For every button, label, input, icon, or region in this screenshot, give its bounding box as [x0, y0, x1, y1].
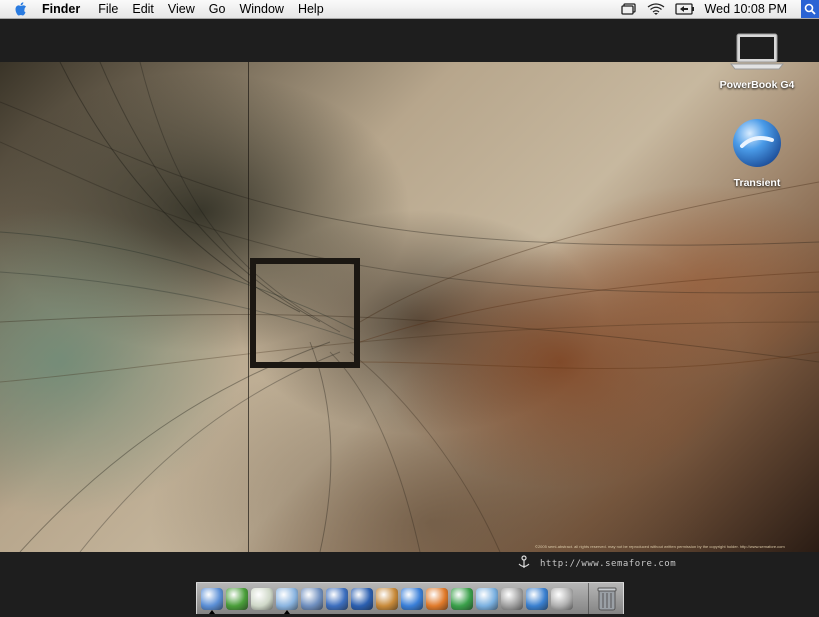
garageband-icon [375, 587, 398, 610]
menu-app-finder[interactable]: Finder [42, 2, 80, 16]
dock-item-safari[interactable] [274, 585, 299, 614]
apple-menu-icon[interactable] [14, 1, 28, 17]
spotlight-icon[interactable] [801, 0, 819, 18]
finder-icon [200, 587, 223, 610]
menu-go[interactable]: Go [209, 2, 226, 16]
wallpaper-url-row: http://www.semafore.com [518, 554, 677, 574]
dock-item-automator[interactable] [499, 585, 524, 612]
menu-bar: Finder File Edit View Go Window Help Wed… [0, 0, 819, 19]
dock-separator [588, 583, 589, 614]
display-mirroring-icon[interactable] [620, 2, 637, 16]
running-indicator [209, 610, 215, 614]
desktop-wallpaper: ©2005 semi-abstract. all rights reserved… [0, 62, 819, 552]
wallpaper-art [0, 62, 819, 552]
dock-item-itunes[interactable] [249, 585, 274, 612]
trash-icon[interactable] [596, 585, 618, 612]
dock-item-word[interactable] [399, 585, 424, 612]
menu-view[interactable]: View [168, 2, 195, 16]
quicktime-icon [525, 587, 548, 610]
ichat-icon [225, 587, 248, 610]
desktop-icon-powerbook[interactable]: PowerBook G4 [712, 32, 802, 91]
dock-item-quicktime[interactable] [524, 585, 549, 612]
running-indicator [284, 610, 290, 614]
dock-item-iphoto[interactable] [299, 585, 324, 612]
dock-item-finder[interactable] [199, 585, 224, 614]
dock-item-excel[interactable] [449, 585, 474, 612]
anchor-icon [518, 554, 530, 574]
wallpaper-square-frame [250, 258, 360, 368]
wifi-icon[interactable] [647, 2, 665, 16]
dock-item-garageband[interactable] [374, 585, 399, 612]
menu-file[interactable]: File [98, 2, 118, 16]
powerpoint-icon [425, 587, 448, 610]
iphoto-icon [300, 587, 323, 610]
word-icon [400, 587, 423, 610]
dock-item-imovie[interactable] [324, 585, 349, 612]
dock-item-powerpoint[interactable] [424, 585, 449, 612]
automator-icon [500, 587, 523, 610]
laptop-icon [712, 32, 802, 77]
battery-icon[interactable] [674, 3, 695, 15]
wallpaper-vertical-line [248, 62, 249, 552]
menu-edit[interactable]: Edit [132, 2, 154, 16]
menu-clock[interactable]: Wed 10:08 PM [705, 2, 787, 16]
dashboard-icon [475, 587, 498, 610]
imovie-icon [325, 587, 348, 610]
menu-window[interactable]: Window [239, 2, 283, 16]
wallpaper-caption: ©2005 semi-abstract. all rights reserved… [535, 544, 785, 549]
excel-icon [450, 587, 473, 610]
dock-item-system-preferences[interactable] [549, 585, 574, 612]
disk-image-icon [712, 116, 802, 175]
dock-item-dashboard[interactable] [474, 585, 499, 612]
wallpaper-url: http://www.semafore.com [540, 559, 677, 569]
dock [196, 582, 624, 614]
itunes-icon [250, 587, 273, 610]
safari-icon [275, 587, 298, 610]
menu-help[interactable]: Help [298, 2, 324, 16]
dock-item-ichat[interactable] [224, 585, 249, 612]
dock-item-idvd[interactable] [349, 585, 374, 612]
desktop-icon-label: Transient [733, 177, 781, 189]
dock-items [199, 585, 574, 614]
idvd-icon [350, 587, 373, 610]
system-preferences-icon [550, 587, 573, 610]
desktop-icon-label: PowerBook G4 [719, 79, 795, 91]
desktop-icon-transient[interactable]: Transient [712, 116, 802, 189]
